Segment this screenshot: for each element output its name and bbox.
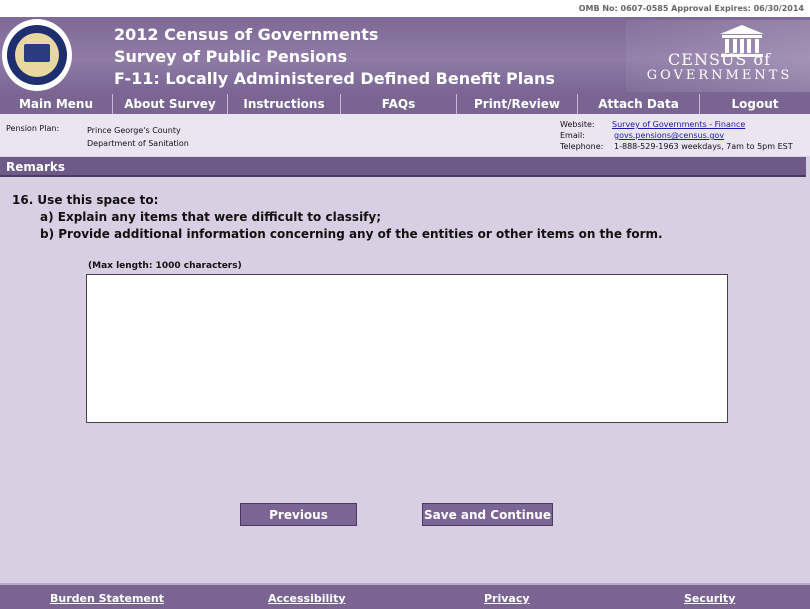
form-title: F-11: Locally Administered Defined Benef… — [114, 69, 555, 88]
save-and-continue-button[interactable]: Save and Continue — [422, 503, 553, 526]
question-16-item-b: b) Provide additional information concer… — [40, 227, 663, 241]
max-length-note: (Max length: 1000 characters) — [88, 261, 242, 271]
remarks-textarea[interactable] — [86, 274, 728, 423]
contact-info: Website: Survey of Governments - Finance … — [560, 119, 793, 152]
footer-privacy-link[interactable]: Privacy — [484, 592, 530, 605]
plan-info-panel: Pension Plan: Prince George's County Dep… — [0, 114, 810, 156]
nav-main-menu[interactable]: Main Menu — [0, 94, 113, 114]
plan-name-line-1: Prince George's County — [87, 126, 181, 135]
top-strip: OMB No: 0607-0585 Approval Expires: 06/3… — [0, 0, 810, 17]
department-of-commerce-seal-icon — [2, 19, 72, 91]
footer-burden-statement-link[interactable]: Burden Statement — [50, 592, 164, 605]
nav-faqs[interactable]: FAQs — [341, 94, 457, 114]
survey-year-title: 2012 Census of Governments — [114, 25, 379, 44]
pension-plan-label: Pension Plan: — [6, 124, 60, 133]
question-16-prompt: 16. Use this space to: — [12, 193, 159, 207]
survey-name-title: Survey of Public Pensions — [114, 47, 348, 66]
nav-instructions[interactable]: Instructions — [228, 94, 341, 114]
telephone-label: Telephone: — [560, 142, 604, 151]
main-navigation: Main Menu About Survey Instructions FAQs… — [0, 94, 810, 131]
pension-plan-name: Prince George's County Department of San… — [87, 124, 189, 150]
logo-text-census: CENSUS of — [668, 50, 771, 69]
logo-text-governments: GOVERNMENTS — [646, 68, 793, 83]
question-16-item-a: a) Explain any items that were difficult… — [40, 210, 382, 224]
plan-name-line-2: Department of Sanitation — [87, 139, 189, 148]
omb-approval-text: OMB No: 0607-0585 Approval Expires: 06/3… — [578, 4, 804, 13]
nav-about-survey[interactable]: About Survey — [113, 94, 228, 114]
nav-print-review-form[interactable]: Print/Review Form — [457, 94, 578, 131]
footer-security-link[interactable]: Security — [684, 592, 735, 605]
footer: Burden Statement Accessibility Privacy S… — [0, 585, 810, 609]
header-titles: 2012 Census of Governments Survey of Pub… — [114, 24, 555, 90]
email-label: Email: — [560, 131, 585, 140]
question-16: 16. Use this space to: a) Explain any it… — [12, 192, 663, 243]
section-header-remarks: Remarks — [0, 157, 806, 177]
website-link[interactable]: Survey of Governments - Finance — [612, 119, 745, 130]
previous-button[interactable]: Previous — [240, 503, 357, 526]
telephone-value: 1-888-529-1963 weekdays, 7am to 5pm EST — [614, 142, 793, 151]
email-link[interactable]: govs.pensions@census.gov — [614, 130, 724, 141]
nav-attach-data[interactable]: Attach Data — [578, 94, 700, 114]
footer-accessibility-link[interactable]: Accessibility — [268, 592, 346, 605]
nav-logout[interactable]: Logout — [700, 94, 810, 114]
website-label: Website: — [560, 120, 595, 129]
